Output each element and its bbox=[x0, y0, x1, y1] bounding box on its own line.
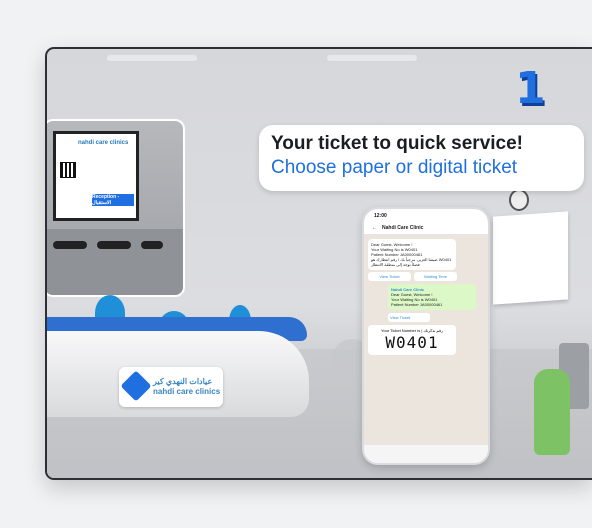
ticket-message: Nahdi Care Clinic Dear Guest, Welcome ! … bbox=[388, 284, 476, 310]
kiosk-base bbox=[47, 229, 183, 295]
kiosk-screen: nahdi care clinics Reception - الاستقبال bbox=[53, 131, 139, 221]
qr-code-icon bbox=[60, 162, 76, 178]
view-ticket-link[interactable]: View Ticket bbox=[388, 313, 430, 322]
message-buttons: View Ticket Waiting Time bbox=[368, 272, 484, 281]
whiteboard bbox=[493, 211, 568, 305]
ticket-number: W0401 bbox=[385, 333, 439, 352]
headline-line1: Your ticket to quick service! bbox=[271, 133, 524, 154]
headline-line2: Choose paper or digital ticket bbox=[271, 157, 518, 178]
ceiling-light bbox=[327, 55, 417, 61]
view-ticket-button[interactable]: View Ticket bbox=[368, 272, 411, 281]
ticket-kiosk: nahdi care clinics Reception - الاستقبال bbox=[47, 119, 185, 297]
illustration-frame: 1 nahdi care clinics Reception - الاستقب… bbox=[45, 47, 592, 480]
ceiling-light bbox=[107, 55, 197, 61]
kiosk-brand: nahdi care clinics bbox=[78, 140, 129, 146]
clock-icon bbox=[509, 189, 529, 211]
desk-sign-arabic: عيادات النهدي كير bbox=[153, 377, 213, 386]
slot bbox=[141, 241, 163, 249]
patient-figure bbox=[534, 369, 570, 455]
headline-bubble: Your ticket to quick service! Choose pap… bbox=[259, 125, 584, 191]
welcome-message: Dear Guest, Welcome ! Your Waiting No is… bbox=[368, 239, 456, 270]
back-arrow-icon[interactable]: ← bbox=[372, 225, 377, 231]
phone-mockup: 12:00 ← Nahdi Care Clinic Dear Guest, We… bbox=[362, 207, 490, 465]
phone-time: 12:00 bbox=[374, 213, 387, 219]
card-slot bbox=[53, 241, 87, 249]
chat-header: ← Nahdi Care Clinic bbox=[364, 221, 488, 235]
ticket-slot bbox=[97, 241, 131, 249]
clinic-logo-icon bbox=[120, 370, 152, 402]
chat-area: Dear Guest, Welcome ! Your Waiting No is… bbox=[364, 235, 488, 447]
ticket-card: Your Ticket Number Is | رقم تذكرتك W0401 bbox=[368, 325, 456, 355]
msg-arabic: ضيفنا العزيز، مرحباً بك ! رقم انتظارك هو… bbox=[371, 257, 452, 267]
msg2-patient: Patient Number JA00000461 bbox=[391, 302, 443, 307]
reception-button: Reception - الاستقبال bbox=[92, 194, 134, 206]
page: 1 nahdi care clinics Reception - الاستقب… bbox=[0, 0, 592, 528]
chat-contact-name: Nahdi Care Clinic bbox=[382, 224, 424, 231]
waiting-time-button[interactable]: Waiting Time bbox=[414, 272, 457, 281]
chat-input-bar[interactable] bbox=[364, 445, 488, 463]
step-number: 1 bbox=[515, 63, 546, 114]
desk-sign-english: nahdi care clinics bbox=[153, 387, 221, 396]
desk-sign: عيادات النهدي كير nahdi care clinics bbox=[119, 367, 223, 407]
